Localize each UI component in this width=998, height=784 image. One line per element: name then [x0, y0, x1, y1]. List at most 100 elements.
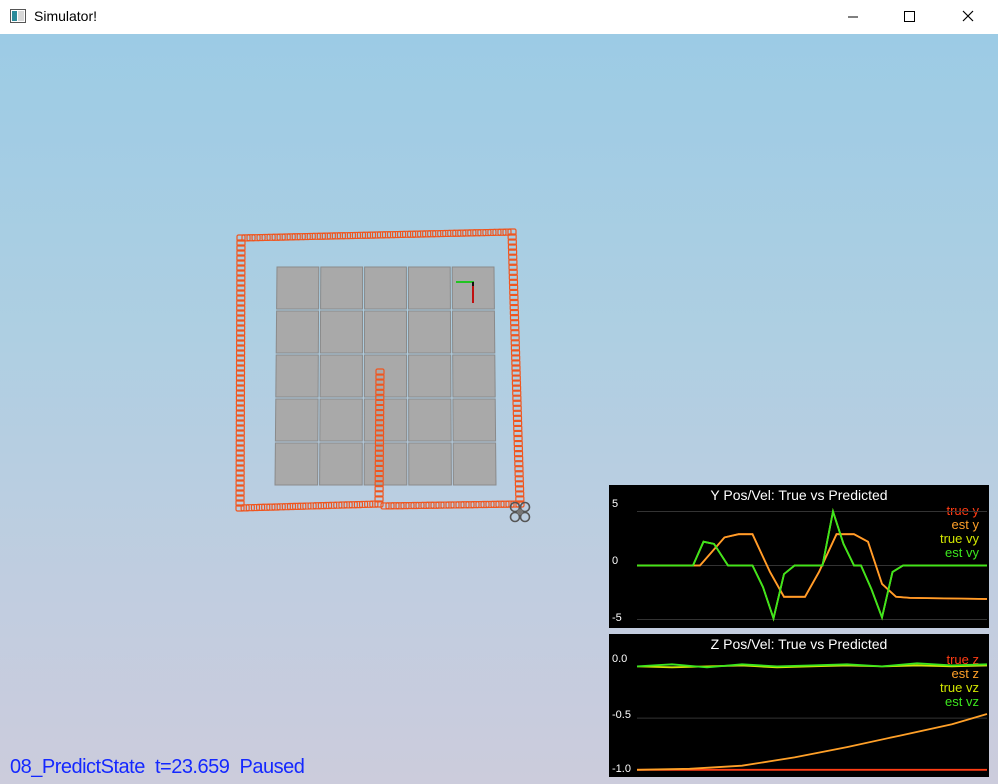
- floor-tile: [275, 354, 319, 398]
- trail-marker: [465, 501, 475, 509]
- y-axis-ticks: 5 0 -5: [612, 498, 622, 624]
- trail-marker: [432, 230, 442, 238]
- trail-marker: [480, 500, 490, 509]
- maximize-icon: [904, 11, 915, 22]
- trail-marker: [276, 503, 286, 511]
- floor-tile: [319, 310, 364, 354]
- status-line: 08_PredictState t=23.659 Paused: [10, 756, 305, 779]
- window-title: Simulator!: [34, 8, 98, 24]
- tick-label: -5: [612, 612, 622, 624]
- minimize-button[interactable]: [830, 0, 876, 34]
- trail-marker: [447, 229, 457, 237]
- legend-entry: est z: [952, 666, 979, 681]
- legend-entry: true vz: [940, 680, 979, 695]
- trail-marker: [500, 500, 510, 508]
- trail-marker: [358, 500, 369, 509]
- window-title-bar[interactable]: Simulator!: [0, 0, 998, 35]
- z-plot-canvas: Z Pos/Vel: True vs Predicted 0.0 -0.5 -1…: [612, 636, 988, 775]
- trail-marker: [336, 232, 346, 240]
- trail-marker: [251, 234, 261, 242]
- floor-tile: [275, 310, 320, 354]
- trail-marker: [400, 502, 410, 510]
- app-icon: [10, 9, 26, 23]
- maximize-button[interactable]: [886, 0, 932, 34]
- trail-marker: [452, 229, 462, 237]
- legend-entry: est vz: [945, 694, 979, 709]
- trail-marker: [445, 501, 455, 509]
- trail-marker: [410, 501, 420, 510]
- trail-marker: [495, 500, 505, 508]
- trail-marker: [371, 231, 382, 239]
- trail-marker: [281, 503, 291, 511]
- series-line-est-vy: [637, 507, 987, 622]
- trail-marker: [450, 501, 460, 509]
- trail-marker: [331, 232, 341, 240]
- trail-marker: [256, 233, 266, 242]
- quadcopter-icon[interactable]: [509, 501, 531, 523]
- legend-entry: est vy: [945, 545, 979, 560]
- trail-marker: [341, 232, 351, 240]
- trail-marker: [460, 501, 470, 509]
- trail-marker: [333, 501, 343, 509]
- floor-tile-grid: [274, 266, 497, 486]
- floor-tile: [408, 442, 452, 486]
- floor-tile: [364, 266, 407, 310]
- plot-title: Y Pos/Vel: True vs Predicted: [710, 487, 887, 503]
- series-line-est-z: [636, 713, 988, 771]
- trail-marker: [390, 502, 400, 510]
- trail-marker: [307, 502, 317, 510]
- legend-entry: true vy: [940, 531, 980, 546]
- trail-marker: [437, 229, 447, 238]
- trail-marker: [462, 229, 472, 237]
- close-button[interactable]: [944, 0, 990, 34]
- trail-marker: [386, 231, 397, 239]
- series-line-true-y: [637, 533, 988, 600]
- trail-marker: [467, 229, 477, 237]
- floor-tile: [407, 266, 451, 310]
- z-axis-ticks: 0.0 -0.5 -1.0: [612, 653, 631, 775]
- floor-tile: [319, 398, 363, 442]
- trail-marker: [455, 501, 465, 509]
- trail-marker: [261, 233, 271, 242]
- trail-marker: [271, 233, 281, 241]
- trail-marker: [361, 231, 372, 239]
- trail-marker: [266, 233, 276, 241]
- trail-marker: [407, 230, 417, 238]
- trail-marker: [385, 502, 395, 510]
- trail-marker: [302, 502, 312, 510]
- floor-tile: [408, 354, 452, 398]
- trail-marker: [351, 231, 362, 240]
- floor-tile: [319, 442, 363, 486]
- tick-label: -1.0: [612, 763, 631, 775]
- trail-marker: [296, 233, 306, 241]
- trail-marker: [430, 501, 440, 509]
- trail-marker: [255, 503, 266, 512]
- trail-marker: [271, 503, 281, 511]
- floor-tile: [452, 354, 496, 398]
- trail-marker: [440, 501, 450, 509]
- trail-marker: [420, 501, 430, 509]
- trail-marker: [417, 230, 427, 238]
- floor-tile: [451, 310, 496, 354]
- trail-marker: [250, 503, 261, 512]
- trail-marker: [457, 229, 467, 237]
- trail-marker: [306, 232, 316, 241]
- floor-tile: [408, 398, 452, 442]
- trail-marker: [321, 232, 331, 240]
- trail-marker: [292, 502, 302, 510]
- trail-marker: [343, 501, 353, 509]
- trail-marker: [297, 502, 307, 510]
- sim-time: t=23.659: [154, 756, 230, 778]
- trail-marker: [353, 500, 364, 509]
- trail-marker: [301, 232, 311, 241]
- tick-label: 0.0: [612, 653, 627, 665]
- simulation-viewport[interactable]: Y Pos/Vel: True vs Predicted 5 0 -5 true…: [0, 34, 998, 784]
- plot-legend: true z est z true vz est vz: [940, 652, 979, 709]
- trail-marker: [412, 230, 422, 238]
- trail-marker: [311, 232, 321, 240]
- legend-entry: true y: [946, 503, 979, 518]
- plot-title: Z Pos/Vel: True vs Predicted: [711, 636, 888, 652]
- close-icon: [962, 10, 974, 22]
- trail-marker: [364, 500, 374, 508]
- series-line-est-y: [637, 533, 988, 600]
